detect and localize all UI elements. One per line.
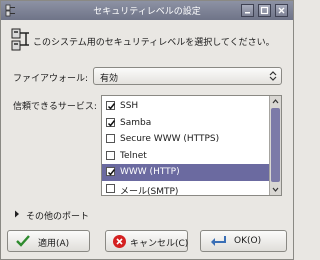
- other-ports-label: その他のポート: [26, 212, 90, 222]
- checkmark-icon: [107, 169, 116, 176]
- service-checkbox[interactable]: [106, 183, 115, 193]
- updown-arrow-icon: [269, 71, 277, 81]
- expander-arrow-icon: [15, 210, 19, 218]
- service-label: Telnet: [120, 150, 147, 161]
- service-label: Secure WWW (HTTPS): [120, 134, 220, 144]
- checkmark-icon: [16, 235, 30, 247]
- service-label: Samba: [120, 117, 152, 128]
- firewall-icon: [11, 28, 29, 51]
- service-checkbox[interactable]: [106, 117, 116, 127]
- cancel-icon: [113, 235, 126, 248]
- close-icon: [278, 7, 285, 14]
- security-level-dialog: セキュリティレベルの設定 このシステム用のセキュリティレベルを選択してください。…: [0, 0, 294, 260]
- maximize-icon: [260, 6, 269, 15]
- scroll-down-icon[interactable]: [270, 184, 281, 195]
- services-scrollbar[interactable]: [269, 96, 281, 195]
- ok-button[interactable]: OK(O): [200, 230, 287, 252]
- service-checkbox[interactable]: [106, 134, 115, 143]
- apply-button[interactable]: 適用(A): [7, 230, 90, 252]
- service-checkbox[interactable]: [106, 101, 116, 110]
- ok-button-label: OK(O): [234, 236, 262, 246]
- checkmark-icon: [107, 119, 116, 127]
- scrollbar-thumb[interactable]: [271, 108, 280, 182]
- service-row[interactable]: Secure WWW (HTTPS): [102, 131, 270, 148]
- service-row[interactable]: Telnet: [102, 148, 270, 165]
- service-checkbox[interactable]: [106, 167, 116, 176]
- service-row[interactable]: Samba: [102, 115, 270, 132]
- close-button[interactable]: [275, 4, 288, 17]
- title-bar[interactable]: セキュリティレベルの設定: [1, 1, 293, 20]
- maximize-button[interactable]: [258, 4, 271, 17]
- cancel-button[interactable]: キャンセル(C): [105, 230, 188, 252]
- minimize-button[interactable]: [241, 4, 254, 17]
- firewall-select[interactable]: 有効: [93, 67, 282, 85]
- trusted-services-label: 信頼できるサービス:: [13, 102, 97, 112]
- trusted-services-list[interactable]: SSH Samba Secure WWW (HTTPS) Telnet WWW (HTT…: [101, 95, 282, 196]
- service-row[interactable]: SSH: [102, 98, 270, 115]
- service-label: メール(SMTP): [120, 186, 179, 196]
- apply-button-label: 適用(A): [38, 239, 70, 249]
- cancel-button-label: キャンセル(C): [130, 239, 189, 249]
- service-row[interactable]: メール(SMTP): [102, 181, 270, 196]
- scroll-up-icon[interactable]: [270, 96, 281, 107]
- firewall-select-value: 有効: [100, 74, 119, 84]
- return-arrow-icon: [211, 236, 226, 246]
- service-label: SSH: [120, 101, 139, 111]
- firewall-label: ファイアウォール:: [13, 74, 89, 84]
- service-label: WWW (HTTP): [120, 167, 180, 177]
- checkmark-icon: [107, 103, 116, 110]
- header-instruction: このシステム用のセキュリティレベルを選択してください。: [33, 38, 275, 48]
- service-checkbox[interactable]: [106, 150, 115, 160]
- service-row[interactable]: WWW (HTTP): [102, 164, 270, 181]
- minimize-icon: [245, 12, 250, 14]
